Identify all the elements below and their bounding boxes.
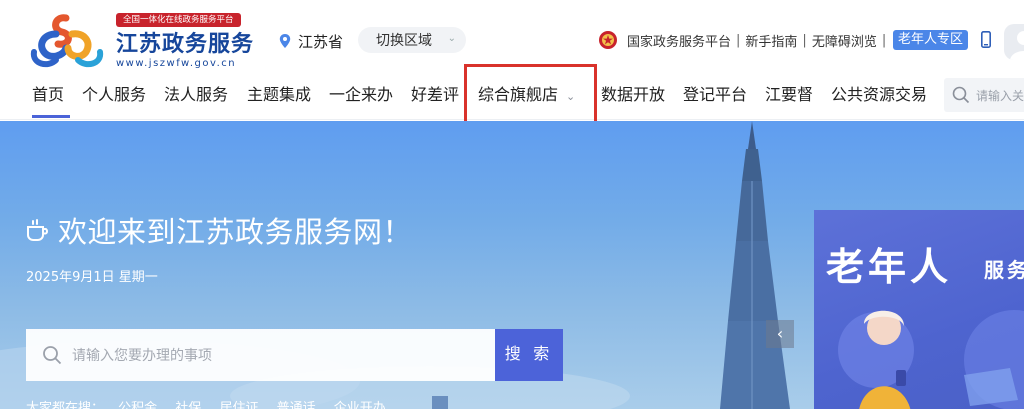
- hot-searches: 大家都在搜： 公积金 社保 居住证 普通话 企业开办: [26, 397, 400, 409]
- mobile-phone-icon[interactable]: [981, 31, 991, 48]
- nav-item-open-data[interactable]: 数据开放: [601, 74, 665, 118]
- top-header: 全国一体化在线政务服务平台 江苏政务服务 www.jszwfw.gov.cn 江…: [0, 0, 1024, 74]
- logo-mark-icon: [30, 14, 104, 68]
- nav-item-review[interactable]: 好差评: [411, 74, 459, 118]
- region-switch-button[interactable]: 切换区域 ⌄: [358, 27, 466, 53]
- hot-search-item[interactable]: 企业开办: [334, 401, 386, 409]
- elder-zone-link[interactable]: 老年人专区: [893, 30, 969, 50]
- region-current[interactable]: 江苏省: [278, 30, 343, 52]
- coffee-cup-icon: [27, 219, 48, 241]
- nav-item-one-enterprise[interactable]: 一企来办: [329, 74, 393, 118]
- user-avatar[interactable]: [1004, 24, 1024, 60]
- user-icon: [1010, 31, 1024, 60]
- location-pin-icon: [279, 34, 291, 48]
- nav-search-input[interactable]: 请输入关: [944, 78, 1024, 112]
- hot-search-item[interactable]: 居住证: [219, 401, 258, 409]
- slider-prev-button[interactable]: ‹: [766, 320, 794, 348]
- header-links: 国家政务服务平台 | 新手指南 | 无障碍浏览 |: [598, 30, 891, 50]
- nav-item-home[interactable]: 首页: [32, 74, 70, 118]
- hero-search-placeholder: 请输入您要办理的事项: [72, 348, 212, 364]
- nav-search-placeholder: 请输入关: [976, 88, 1024, 103]
- national-emblem-icon: [599, 31, 617, 49]
- hero-search-input[interactable]: 请输入您要办理的事项: [26, 329, 496, 381]
- divider: |: [736, 32, 741, 48]
- current-date: 2025年9月1日 星期一: [26, 270, 158, 285]
- nav-item-personal[interactable]: 个人服务: [82, 74, 146, 118]
- hot-searches-label: 大家都在搜：: [26, 401, 105, 409]
- nav-item-registration[interactable]: 登记平台: [683, 74, 747, 118]
- elder-service-banner[interactable]: 老年人 服务: [814, 210, 1024, 409]
- divider: |: [802, 32, 807, 48]
- nav-item-legal-person[interactable]: 法人服务: [164, 74, 228, 118]
- elderly-person-illustration: [838, 310, 1024, 409]
- region-name: 江苏省: [298, 32, 344, 51]
- site-title: 江苏政务服务: [116, 32, 255, 57]
- link-accessibility[interactable]: 无障碍浏览: [812, 31, 877, 50]
- site-logo[interactable]: 全国一体化在线政务服务平台 江苏政务服务 www.jszwfw.gov.cn: [26, 12, 256, 72]
- welcome-heading: 欢迎来到江苏政务服务网！: [26, 209, 412, 251]
- nav-item-topics[interactable]: 主题集成: [247, 74, 311, 118]
- site-url: www.jszwfw.gov.cn: [116, 58, 237, 69]
- hot-search-item[interactable]: 公积金: [118, 401, 157, 409]
- region-switch-label: 切换区域: [376, 33, 432, 49]
- hero-search-button[interactable]: 搜 索: [495, 329, 563, 381]
- nav-item-jiangyaodu[interactable]: 江要督: [765, 74, 813, 118]
- nav-item-public-resources[interactable]: 公共资源交易: [831, 74, 927, 118]
- hero-banner: 欢迎来到江苏政务服务网！ 2025年9月1日 星期一 请输入您要办理的事项 搜 …: [0, 121, 1024, 409]
- hot-search-item[interactable]: 社保: [175, 401, 201, 409]
- link-national-platform[interactable]: 国家政务服务平台: [627, 31, 731, 50]
- logo-slogan: 全国一体化在线政务服务平台: [116, 13, 241, 27]
- chevron-down-icon: ⌄: [447, 33, 456, 44]
- search-icon: [43, 346, 62, 365]
- hot-search-item[interactable]: 普通话: [277, 401, 316, 409]
- welcome-text: 欢迎来到江苏政务服务网！: [58, 215, 413, 249]
- divider: |: [881, 32, 887, 48]
- search-icon: [952, 86, 970, 104]
- link-newbie-guide[interactable]: 新手指南: [745, 31, 797, 50]
